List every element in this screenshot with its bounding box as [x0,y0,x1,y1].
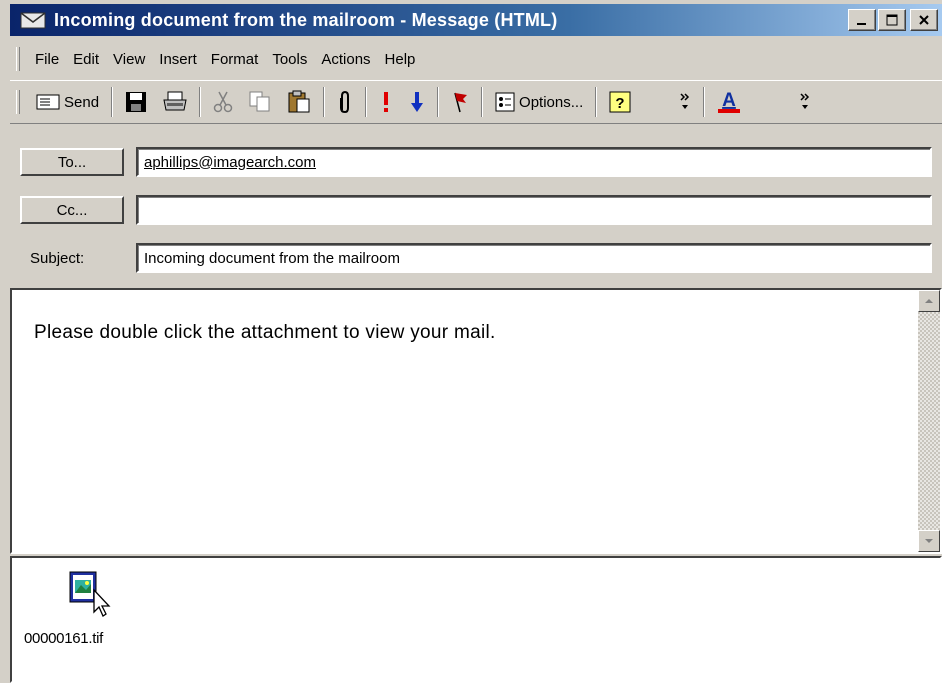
menu-actions[interactable]: Actions [314,47,377,72]
toolbar-separator [437,87,440,117]
envelope-icon [20,10,46,30]
cc-field[interactable] [136,195,932,225]
toolbar-separator [595,87,598,117]
attachment-item[interactable]: 00000161.tif [24,566,144,647]
subject-label: Subject: [30,249,85,267]
toolbar-grip[interactable] [16,90,20,114]
paste-button[interactable] [281,85,317,119]
minimize-button[interactable] [848,9,876,31]
to-row: To... aphillips@imagearch.com [20,146,942,178]
standard-toolbar: Send Options... ? A [10,80,942,124]
cc-button[interactable]: Cc... [20,196,124,224]
exclamation-icon [384,92,389,112]
to-field[interactable]: aphillips@imagearch.com [136,147,932,177]
menu-format[interactable]: Format [204,47,266,72]
svg-text:?: ? [616,95,625,112]
toolbar-separator [199,87,202,117]
toolbar-separator [323,87,326,117]
send-icon [36,94,60,110]
close-button[interactable] [910,9,938,31]
clipboard-icon [288,90,310,113]
options-icon [495,92,515,112]
help-button[interactable]: ? [603,85,637,119]
copy-icon [249,91,270,112]
minimize-icon [857,23,866,25]
scissors-icon [213,91,233,113]
to-recipient[interactable]: aphillips@imagearch.com [144,154,316,171]
menu-file[interactable]: File [28,47,66,72]
toolbar-separator [703,87,706,117]
help-icon: ? [609,91,631,113]
subject-row: Subject: Incoming document from the mail… [20,242,942,274]
chevron-overflow-icon [680,93,690,109]
menu-grip[interactable] [16,47,20,71]
toolbar-overflow-button-2[interactable] [793,85,817,119]
menu-bar: File Edit View Insert Format Tools Actio… [10,44,942,74]
cc-row: Cc... [20,194,942,226]
toolbar-separator [481,87,484,117]
menu-view[interactable]: View [106,47,152,72]
menu-tools[interactable]: Tools [265,47,314,72]
attachment-pane: 00000161.tif [10,556,942,683]
send-label: Send [64,93,100,111]
message-body[interactable]: Please double click the attachment to vi… [10,288,942,554]
scroll-up-button[interactable] [918,290,940,312]
attachment-filename: 00000161.tif [24,630,103,647]
options-button[interactable]: Options... [489,85,589,119]
to-button[interactable]: To... [20,148,124,176]
insert-file-button[interactable] [331,85,359,119]
arrow-up-icon [925,299,933,303]
font-color-icon: A [718,90,741,113]
chevron-overflow-icon [800,93,810,109]
toolbar-overflow-button[interactable] [673,85,697,119]
menu-edit[interactable]: Edit [66,47,106,72]
font-color-button[interactable]: A [711,85,747,119]
close-icon [919,15,929,25]
body-text: Please double click the attachment to vi… [34,322,496,343]
importance-high-button[interactable] [373,85,399,119]
down-arrow-icon [411,92,424,112]
printer-icon [163,91,187,111]
save-button[interactable] [119,85,153,119]
send-button[interactable]: Send [30,85,105,119]
maximize-icon [886,14,898,26]
menu-help[interactable]: Help [378,47,423,72]
print-button[interactable] [157,85,193,119]
menu-insert[interactable]: Insert [152,47,204,72]
toolbar-separator [365,87,368,117]
toolbar-separator [111,87,114,117]
svg-text:A: A [722,90,736,111]
copy-button[interactable] [243,85,277,119]
maximize-button[interactable] [878,9,906,31]
image-file-icon [64,566,124,628]
title-bar[interactable]: Incoming document from the mailroom - Me… [10,4,942,36]
floppy-disk-icon [126,92,147,112]
vertical-scrollbar[interactable] [918,290,940,552]
cut-button[interactable] [207,85,239,119]
importance-low-button[interactable] [403,85,431,119]
subject-field[interactable]: Incoming document from the mailroom [136,243,932,273]
window-title: Incoming document from the mailroom - Me… [54,9,558,30]
flag-button[interactable] [445,85,475,119]
arrow-down-icon [925,539,933,543]
paperclip-icon [340,90,350,114]
scroll-down-button[interactable] [918,530,940,552]
options-label: Options... [519,93,584,111]
flag-icon [454,92,468,113]
